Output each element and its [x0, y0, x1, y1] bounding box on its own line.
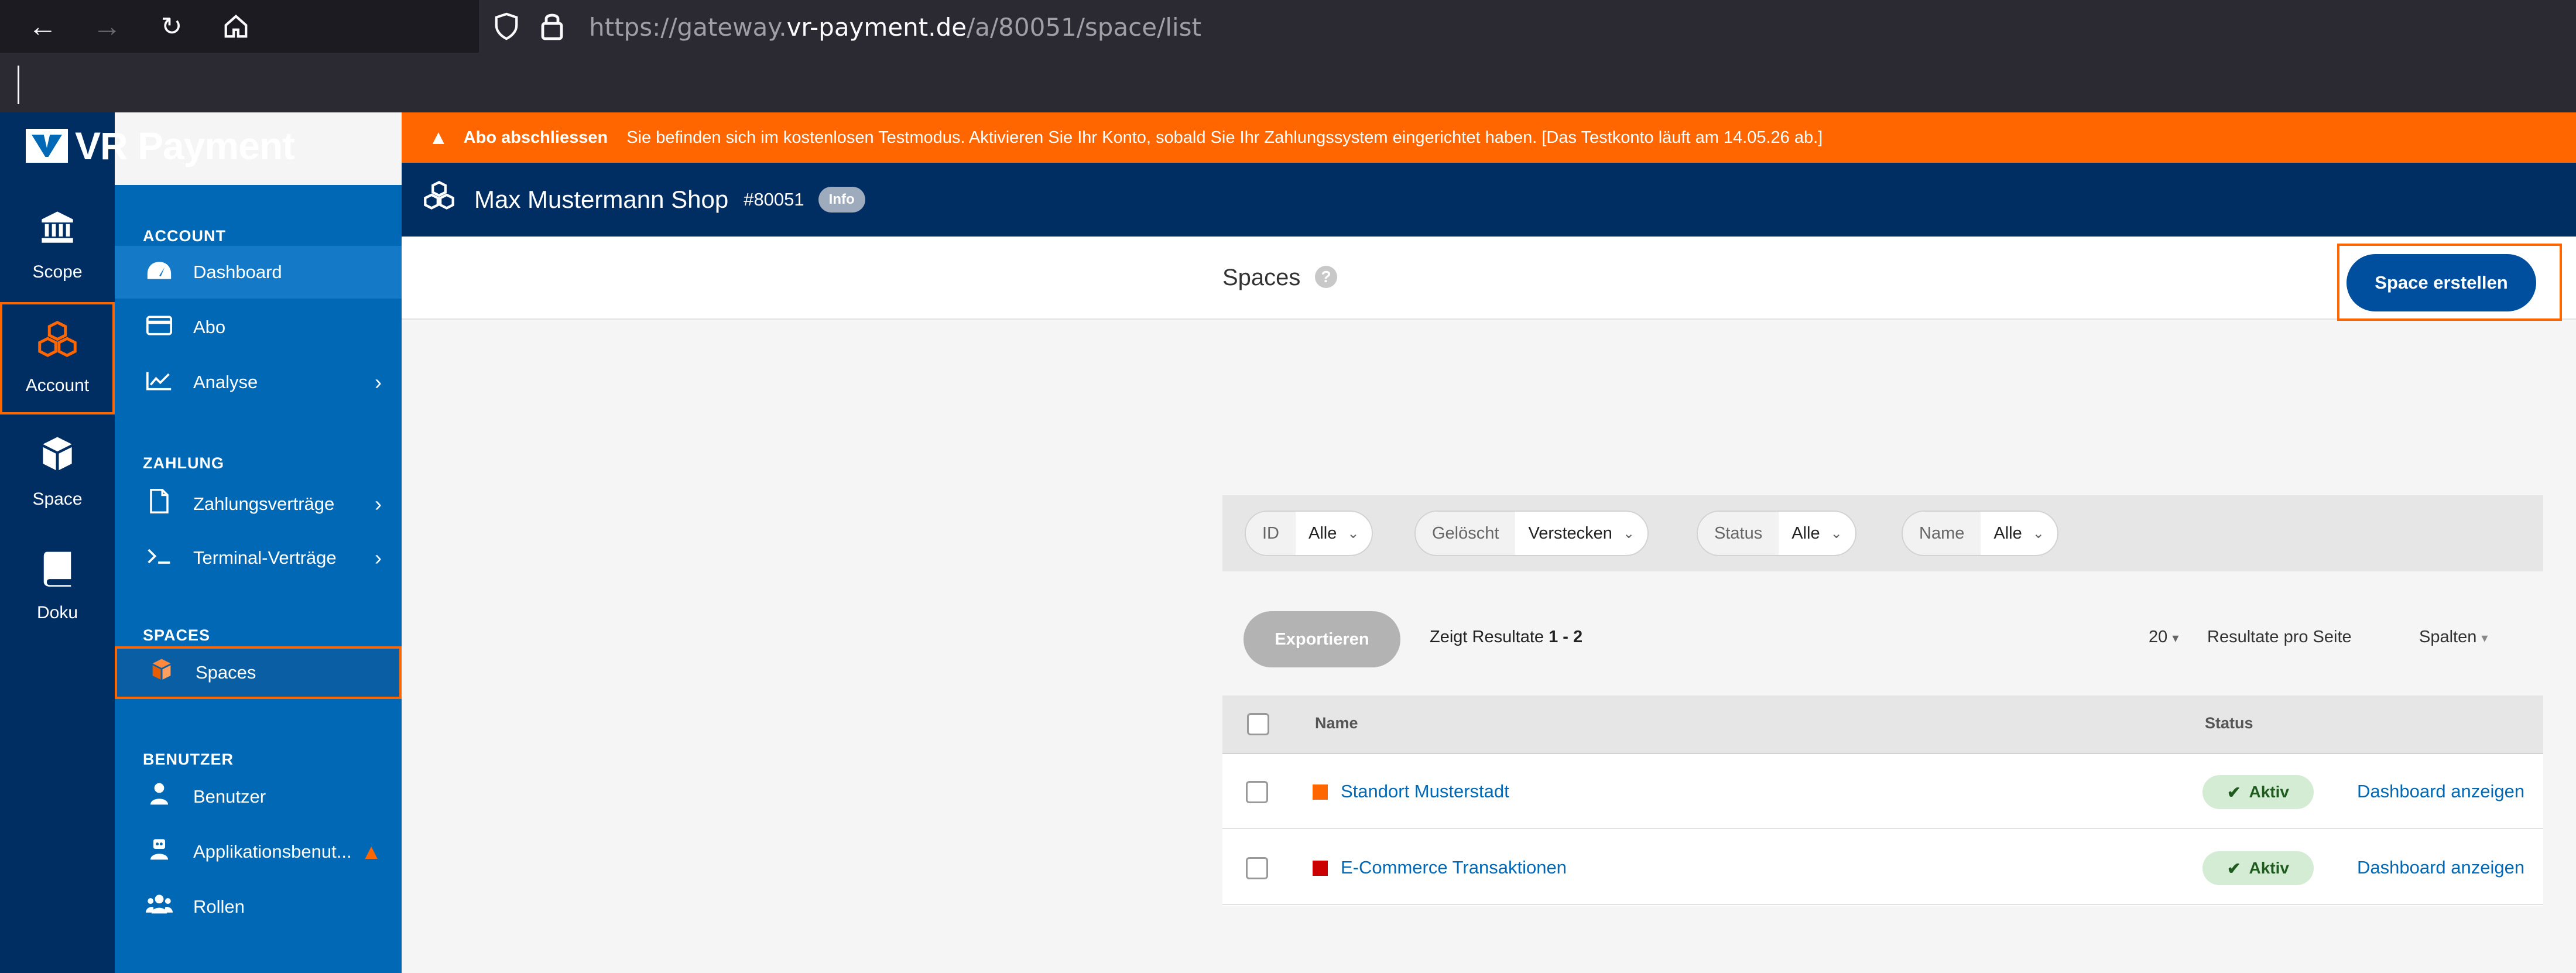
cube-icon — [144, 658, 179, 687]
sidebar-item-terminal-vertraege[interactable]: Terminal-Verträge › — [115, 532, 402, 584]
vr-logo-icon — [26, 129, 68, 163]
cube-icon — [40, 434, 75, 484]
create-button-highlight: Space erstellen — [2337, 244, 2562, 321]
section-heading-benutzer: BENUTZER — [143, 751, 234, 768]
sidebar-item-applikationsbenutzer[interactable]: Applikationsbenut... ▲ — [115, 825, 402, 878]
book-icon — [40, 548, 74, 597]
space-color-indicator — [1313, 861, 1328, 876]
rail-item-scope[interactable]: Scope — [0, 189, 115, 301]
columns-dropdown[interactable]: Spalten ▾ — [2419, 628, 2488, 647]
reload-icon[interactable]: ↻ — [152, 7, 191, 46]
browser-toolbar: ← → ↻ https://gateway.vr-payment.de/a/80… — [0, 0, 2576, 53]
chevron-down-icon: ⌄ — [1622, 525, 1635, 542]
account-id: #80051 — [744, 189, 804, 210]
back-arrow-icon[interactable]: ← — [23, 7, 62, 46]
space-name-link[interactable]: E-Commerce Transaktionen — [1341, 857, 1567, 878]
space-erstellen-button[interactable]: Space erstellen — [2347, 254, 2536, 311]
sidebar-item-rollen[interactable]: Rollen — [115, 881, 402, 933]
space-color-indicator — [1313, 784, 1328, 800]
results-count: Zeigt Resultate 1 - 2 — [1430, 628, 1583, 646]
speedometer-icon — [142, 258, 177, 286]
forward-arrow-icon[interactable]: → — [88, 7, 126, 46]
boxes-icon — [423, 180, 455, 219]
filter-status[interactable]: Status Alle ⌄ — [1697, 511, 1856, 556]
filter-id[interactable]: ID Alle ⌄ — [1245, 511, 1373, 556]
page-title: Spaces — [1222, 265, 1301, 290]
per-page-select[interactable]: 20 ▾ — [2149, 628, 2178, 647]
user-icon — [142, 782, 177, 811]
section-heading-account: ACCOUNT — [143, 227, 226, 245]
document-icon — [142, 489, 177, 519]
icon-rail: VR Payment Scope Account Space Doku — [0, 112, 295, 973]
address-bar[interactable]: https://gateway.vr-payment.de/a/80051/sp… — [479, 0, 2576, 53]
rail-item-doku[interactable]: Doku — [0, 529, 115, 642]
table-row: E-Commerce Transaktionen ✔ Aktiv Dashboar… — [1222, 830, 2543, 905]
filter-bar: ID Alle ⌄ Gelöscht Verstecken ⌄ Status All… — [1222, 495, 2543, 571]
brand-logo[interactable]: VR Payment — [26, 124, 400, 167]
exportieren-button[interactable]: Exportieren — [1244, 611, 1400, 667]
home-icon[interactable] — [217, 7, 255, 46]
per-page-label: Resultate pro Seite — [2207, 628, 2352, 646]
sidebar-item-zahlungsvertraege[interactable]: Zahlungsverträge › — [115, 478, 402, 530]
table-row: Standort Musterstadt ✔ Aktiv Dashboard an… — [1222, 754, 2543, 829]
terminal-icon — [142, 544, 177, 572]
boxes-icon — [36, 320, 78, 370]
sidebar-item-benutzer[interactable]: Benutzer — [115, 770, 402, 823]
row-checkbox[interactable] — [1246, 857, 1268, 879]
row-checkbox[interactable] — [1246, 781, 1268, 803]
chevron-down-icon: ⌄ — [2032, 525, 2044, 542]
banner-title[interactable]: Abo abschliessen — [464, 128, 608, 148]
chevron-right-icon: › — [375, 492, 382, 516]
filter-geloescht[interactable]: Gelöscht Verstecken ⌄ — [1414, 511, 1649, 556]
rail-item-space[interactable]: Space — [0, 416, 115, 528]
section-heading-spaces: SPACES — [143, 626, 211, 644]
sidebar-item-dashboard[interactable]: Dashboard — [115, 246, 402, 299]
check-icon: ✔ — [2227, 783, 2241, 801]
browser-secondary-bar — [0, 53, 2576, 112]
chevron-right-icon: › — [375, 546, 382, 570]
check-icon: ✔ — [2227, 859, 2241, 878]
app: VR Payment Scope Account Space Doku ACCO… — [0, 112, 2576, 973]
section-heading-zahlung: ZAHLUNG — [143, 454, 224, 472]
sidebar-item-abo[interactable]: Abo — [115, 301, 402, 354]
space-name-link[interactable]: Standort Musterstadt — [1341, 781, 1509, 802]
select-all-checkbox[interactable] — [1247, 713, 1269, 735]
help-icon[interactable]: ? — [1315, 266, 1337, 288]
sidebar: ACCOUNT Dashboard Abo Analyse › ZAHLUNG — [115, 185, 402, 973]
chevron-down-icon: ⌄ — [1830, 525, 1842, 542]
dashboard-anzeigen-link[interactable]: Dashboard anzeigen — [2357, 857, 2524, 878]
text-cursor — [18, 66, 19, 104]
sidebar-item-spaces[interactable]: Spaces — [115, 646, 402, 699]
page-toolbar: Spaces ? Space erstellen — [402, 237, 2576, 321]
account-title: Max Mustermann Shop — [474, 186, 729, 213]
account-header: Max Mustermann Shop #80051 Info — [402, 163, 2576, 237]
robot-user-icon — [142, 837, 177, 866]
credit-card-icon — [142, 313, 177, 341]
warning-icon: ▲ — [361, 840, 382, 864]
column-header-status[interactable]: Status — [2205, 714, 2253, 732]
spaces-table: Name Status Standort Musterstadt ✔ Aktiv … — [1222, 696, 2543, 906]
dashboard-anzeigen-link[interactable]: Dashboard anzeigen — [2357, 781, 2524, 802]
banner-text: Sie befinden sich im kostenlosen Testmod… — [626, 128, 1823, 147]
lock-icon[interactable] — [540, 11, 564, 44]
chevron-right-icon: › — [375, 370, 382, 394]
filter-name[interactable]: Name Alle ⌄ — [1902, 511, 2058, 556]
chevron-down-icon: ⌄ — [1347, 525, 1359, 542]
table-header: Name Status — [1222, 696, 2543, 754]
rail-item-account[interactable]: Account — [0, 302, 115, 414]
users-group-icon — [142, 893, 177, 921]
column-header-name[interactable]: Name — [1315, 714, 1358, 732]
bank-icon — [39, 207, 76, 256]
info-badge[interactable]: Info — [818, 187, 865, 213]
url-text[interactable]: https://gateway.vr-payment.de/a/80051/sp… — [589, 13, 1201, 42]
trial-banner: ▲ Abo abschliessen Sie befinden sich im … — [402, 112, 2576, 163]
sidebar-item-analyse[interactable]: Analyse › — [115, 356, 402, 409]
status-badge: ✔ Aktiv — [2202, 851, 2314, 885]
warning-icon: ▲ — [429, 126, 448, 149]
status-badge: ✔ Aktiv — [2202, 775, 2314, 809]
shield-icon[interactable] — [493, 12, 520, 44]
line-chart-icon — [142, 368, 177, 396]
